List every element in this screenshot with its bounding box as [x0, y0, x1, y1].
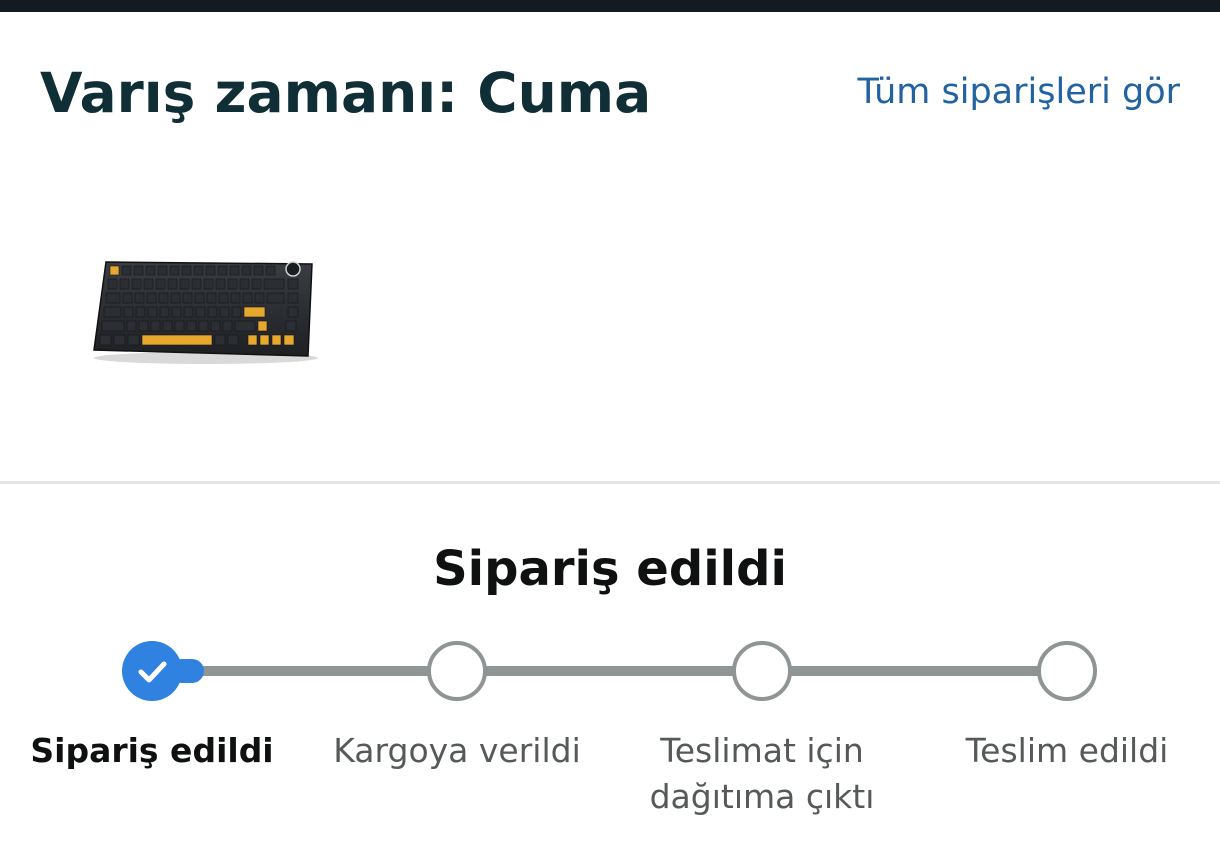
step-label-out-for-delivery: Teslimat için dağıtıma çıktı — [649, 731, 875, 816]
keyboard-icon — [93, 261, 318, 364]
step-label-shipped: Kargoya verildi — [333, 731, 581, 770]
step-delivered-node — [1037, 641, 1097, 701]
step-out-for-delivery-node — [732, 641, 792, 701]
checkmark-icon — [138, 661, 167, 683]
progress-track — [180, 666, 1050, 676]
top-status-bar — [0, 0, 1220, 12]
see-all-orders-link[interactable]: Tüm siparişleri gör — [858, 70, 1180, 114]
step-ordered-node — [122, 641, 182, 701]
arrival-title: Varış zamanı: Cuma — [40, 61, 652, 125]
step-shipped-node — [427, 641, 487, 701]
product-image[interactable] — [88, 250, 320, 368]
step-label-ordered: Sipariş edildi — [30, 731, 274, 770]
section-divider — [0, 481, 1220, 484]
step-label-delivered: Teslim edildi — [965, 731, 1169, 770]
order-status-heading: Sipariş edildi — [433, 541, 787, 597]
